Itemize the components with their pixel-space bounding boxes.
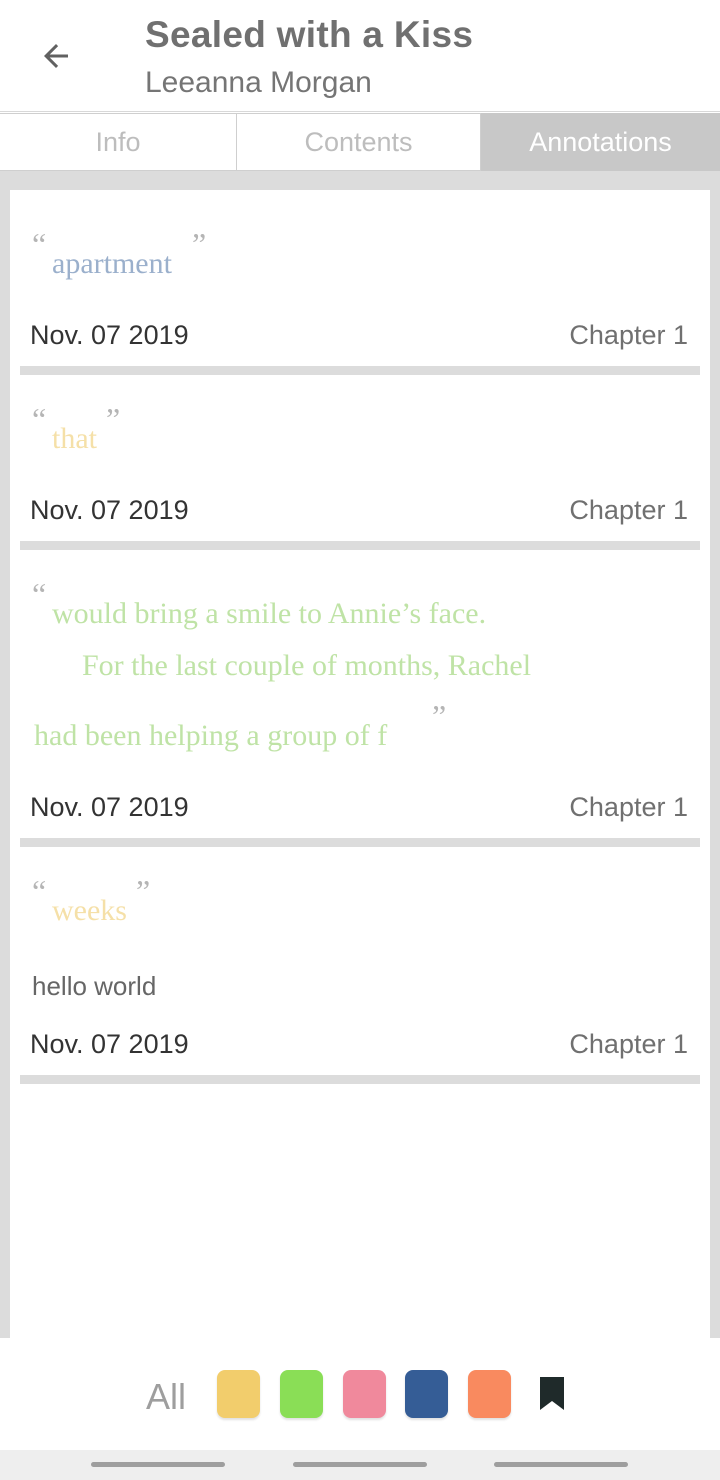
open-quote-mark: “: [32, 873, 47, 909]
close-quote-mark: ”: [106, 401, 121, 437]
annotation-highlight-text: For the last couple of months, Rachel: [82, 649, 532, 682]
back-button[interactable]: [22, 24, 90, 88]
home-gesture[interactable]: [293, 1462, 427, 1467]
filter-green-button[interactable]: [280, 1370, 323, 1418]
book-title: Sealed with a Kiss: [145, 14, 474, 55]
color-filter-bar: All: [0, 1338, 720, 1450]
annotation-card[interactable]: “ that ” Nov. 07 2019 Chapter 1: [20, 375, 700, 550]
filter-yellow-button[interactable]: [217, 1370, 260, 1418]
book-author: Leeanna Morgan: [145, 66, 372, 99]
filter-bookmark-button[interactable]: [537, 1376, 567, 1412]
recent-apps-gesture[interactable]: [91, 1462, 225, 1467]
close-quote-mark: ”: [432, 698, 447, 734]
filter-orange-button[interactable]: [468, 1370, 511, 1418]
tab-bar: Info Contents Annotations: [0, 113, 720, 171]
close-quote-mark: ”: [136, 873, 151, 909]
annotation-highlight-text: that: [52, 422, 97, 455]
open-quote-mark: “: [32, 576, 47, 612]
annotation-highlight-text: weeks: [52, 894, 127, 927]
bookmark-icon: [540, 1377, 564, 1410]
close-quote-mark: ”: [192, 226, 207, 262]
arrow-left-icon: [44, 44, 68, 68]
annotation-date: Nov. 07 2019: [30, 495, 189, 525]
annotation-chapter: Chapter 1: [569, 1029, 688, 1059]
annotation-card[interactable]: “ weeks ” hello world Nov. 07 2019 Chapt…: [20, 847, 700, 1084]
annotations-list[interactable]: “ apartment ” Nov. 07 2019 Chapter 1 “ t…: [10, 190, 710, 1338]
filter-pink-button[interactable]: [343, 1370, 386, 1418]
app-header: Sealed with a Kiss Leeanna Morgan: [0, 0, 720, 112]
annotation-chapter: Chapter 1: [569, 792, 688, 822]
filter-blue-button[interactable]: [405, 1370, 448, 1418]
annotation-date: Nov. 07 2019: [30, 320, 189, 350]
filter-all-button[interactable]: All: [146, 1376, 186, 1418]
annotation-highlight-text: would bring a smile to Annie’s face.: [52, 597, 487, 630]
annotation-highlight-text: had been helping a group of f: [34, 719, 388, 752]
open-quote-mark: “: [32, 226, 47, 262]
annotation-card[interactable]: “ apartment ” Nov. 07 2019 Chapter 1: [20, 190, 700, 375]
open-quote-mark: “: [32, 401, 47, 437]
annotation-date: Nov. 07 2019: [30, 1029, 189, 1059]
tab-contents[interactable]: Contents: [237, 113, 481, 171]
annotation-chapter: Chapter 1: [569, 320, 688, 350]
annotation-chapter: Chapter 1: [569, 495, 688, 525]
tab-info[interactable]: Info: [0, 113, 237, 171]
tab-annotations[interactable]: Annotations: [481, 113, 720, 171]
system-navigation-bar: [0, 1450, 720, 1480]
annotation-highlight-text: apartment: [52, 247, 172, 280]
annotation-note: hello world: [32, 971, 157, 1001]
annotation-date: Nov. 07 2019: [30, 792, 189, 822]
annotation-card[interactable]: “ would bring a smile to Annie’s face. F…: [20, 550, 700, 847]
back-gesture[interactable]: [494, 1462, 628, 1467]
annotations-frame: “ apartment ” Nov. 07 2019 Chapter 1 “ t…: [0, 171, 720, 1338]
